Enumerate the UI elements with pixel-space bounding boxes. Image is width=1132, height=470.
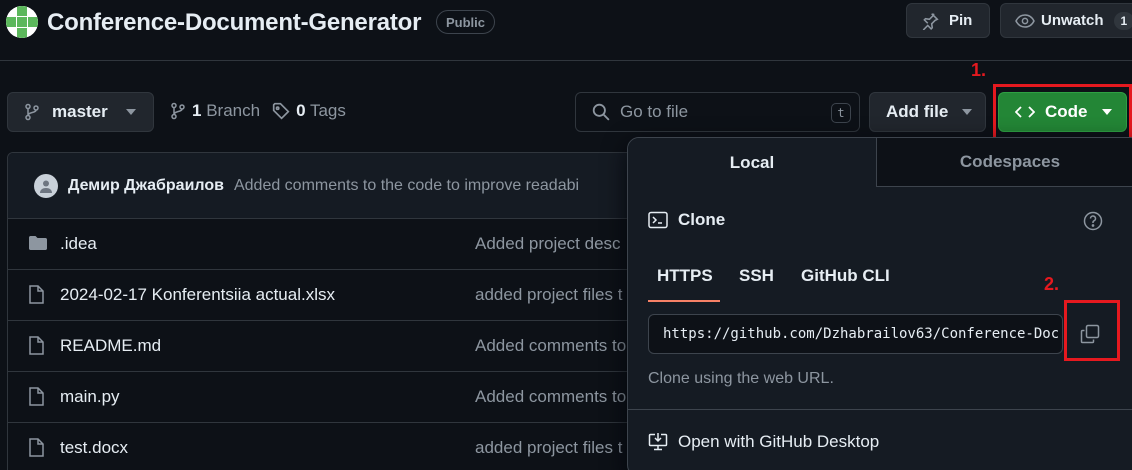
table-row[interactable]: 2024-02-17 Konferentsiia actual.xlsx add…: [8, 270, 706, 321]
commit-message[interactable]: Added comments to the code to improve re…: [234, 177, 579, 195]
header-divider: [0, 60, 1132, 61]
branches-link[interactable]: 1 Branch: [192, 101, 260, 121]
branch-word: Branch: [206, 101, 261, 120]
unwatch-label: Unwatch: [1041, 12, 1104, 29]
pin-icon: [921, 12, 939, 30]
branch-tag-info: 1 Branch 0 Tags: [170, 101, 346, 121]
keyboard-shortcut: t: [831, 103, 851, 123]
file-name[interactable]: README.md: [60, 336, 161, 356]
git-branch-icon: [170, 102, 186, 120]
pin-button[interactable]: Pin: [906, 3, 990, 38]
tab-https[interactable]: HTTPS: [657, 266, 713, 286]
add-file-button[interactable]: Add file: [869, 92, 986, 132]
visibility-badge: Public: [436, 10, 496, 34]
file-commit-message[interactable]: added project files t: [475, 438, 622, 458]
tags-link[interactable]: 0 Tags: [296, 101, 346, 121]
clone-title: Clone: [678, 210, 726, 229]
chevron-down-icon: [962, 109, 973, 115]
file-icon: [28, 285, 44, 305]
terminal-icon: [648, 211, 668, 229]
annotation-marker-2: 2.: [1044, 274, 1060, 294]
add-file-label: Add file: [886, 102, 949, 121]
branch-count: 1: [192, 101, 202, 120]
table-row[interactable]: test.docx added project files t: [8, 423, 706, 470]
go-to-file-input[interactable]: Go to file t: [575, 92, 860, 132]
question-icon[interactable]: [1083, 211, 1103, 231]
clone-hint: Clone using the web URL.: [648, 370, 834, 387]
active-tab-underline: [648, 300, 720, 302]
tag-count: 0: [296, 101, 306, 120]
code-dropdown-panel: Local Codespaces Clone HTTPS SSH GitHub …: [627, 137, 1132, 470]
git-branch-icon: [24, 103, 40, 121]
file-name[interactable]: .idea: [60, 234, 97, 254]
annotation-box-copy: [1064, 300, 1120, 361]
file-icon: [28, 336, 44, 356]
file-commit-message[interactable]: Added comments to: [475, 387, 626, 407]
commit-author[interactable]: Демир Джабраилов: [68, 177, 224, 195]
branch-name: master: [52, 102, 108, 121]
chevron-down-icon: [125, 109, 136, 115]
avatar[interactable]: [34, 173, 58, 198]
file-icon: [28, 438, 44, 458]
go-to-file-placeholder: Go to file: [620, 102, 689, 121]
clone-header: Clone: [648, 210, 725, 230]
file-name[interactable]: main.py: [60, 387, 120, 407]
file-commit-message[interactable]: Added comments to: [475, 336, 626, 356]
latest-commit-row: Демир Джабраилов Added comments to the c…: [8, 153, 706, 219]
table-row[interactable]: README.md Added comments to: [8, 321, 706, 372]
file-name[interactable]: test.docx: [60, 438, 128, 458]
search-icon: [592, 103, 610, 121]
branch-selector[interactable]: master: [7, 92, 154, 132]
tab-github-cli[interactable]: GitHub CLI: [801, 266, 890, 286]
tag-icon: [272, 102, 290, 120]
annotation-box-code: [993, 84, 1132, 144]
panel-divider: [628, 409, 1132, 410]
tab-codespaces[interactable]: Codespaces: [877, 138, 1132, 187]
file-icon: [28, 387, 44, 407]
clone-url-field[interactable]: https://github.com/Dzhabrailov63/Confere…: [648, 314, 1063, 354]
tab-local[interactable]: Local: [628, 138, 877, 187]
table-row[interactable]: main.py Added comments to: [8, 372, 706, 423]
table-row[interactable]: .idea Added project desc: [8, 219, 706, 270]
watch-count: 1: [1113, 11, 1132, 30]
repo-name[interactable]: Conference-Document-Generator: [47, 9, 421, 37]
folder-icon: [28, 234, 48, 252]
file-name[interactable]: 2024-02-17 Konferentsiia actual.xlsx: [60, 285, 335, 305]
tab-ssh[interactable]: SSH: [739, 266, 774, 286]
annotation-marker-1: 1.: [971, 60, 987, 80]
open-desktop-label: Open with GitHub Desktop: [678, 432, 880, 451]
open-github-desktop[interactable]: Open with GitHub Desktop: [648, 432, 879, 452]
file-table: Демир Джабраилов Added comments to the c…: [7, 152, 707, 470]
file-commit-message[interactable]: added project files t: [475, 285, 622, 305]
repo-owner-avatar[interactable]: [6, 6, 38, 38]
desktop-download-icon: [648, 432, 668, 452]
file-commit-message[interactable]: Added project desc: [475, 234, 621, 254]
pin-label: Pin: [949, 12, 973, 29]
eye-icon: [1015, 12, 1035, 30]
unwatch-button[interactable]: Unwatch 1: [1000, 3, 1132, 38]
tag-word: Tags: [309, 101, 346, 120]
